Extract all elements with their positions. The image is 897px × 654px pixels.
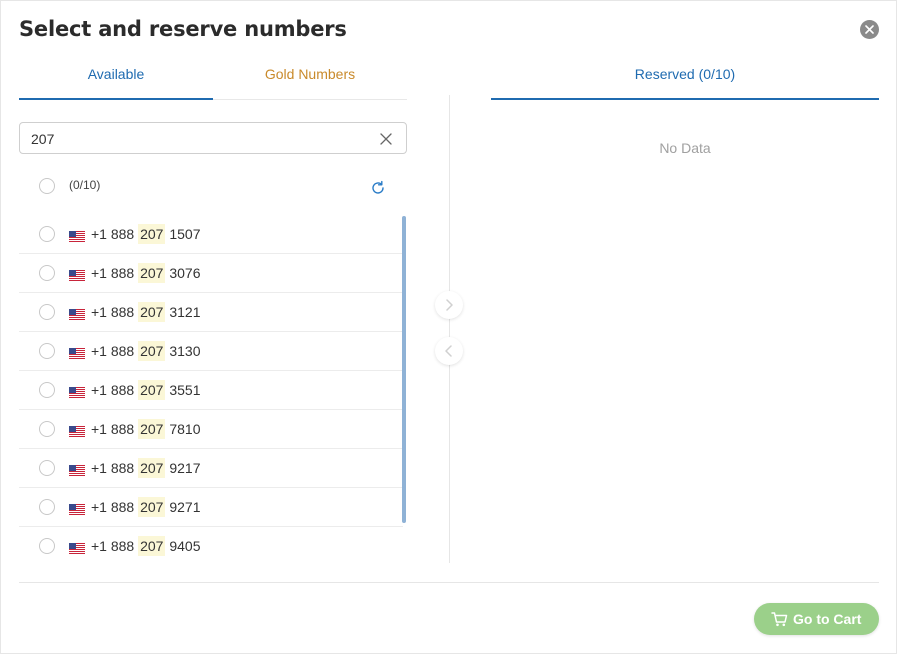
number-checkbox[interactable] <box>39 538 55 554</box>
close-button[interactable] <box>860 20 879 39</box>
number-suffix: 9271 <box>165 499 201 515</box>
number-match-highlight: 207 <box>138 224 166 244</box>
number-prefix: +1 888 <box>91 382 139 398</box>
number-checkbox[interactable] <box>39 265 55 281</box>
number-row[interactable]: +1 888 207 3130 <box>19 332 403 371</box>
number-checkbox[interactable] <box>39 421 55 437</box>
number-row[interactable]: +1 888 207 3121 <box>19 293 403 332</box>
number-row[interactable]: +1 888 207 3076 <box>19 254 403 293</box>
phone-number: +1 888 207 3130 <box>91 341 201 361</box>
tab-reserved[interactable]: Reserved (0/10) <box>491 59 879 100</box>
number-suffix: 3130 <box>165 343 201 359</box>
number-prefix: +1 888 <box>91 421 139 437</box>
number-match-highlight: 207 <box>138 419 166 439</box>
number-checkbox[interactable] <box>39 382 55 398</box>
empty-state-text: No Data <box>659 140 711 156</box>
cart-icon <box>771 612 788 627</box>
number-match-highlight: 207 <box>138 263 166 283</box>
number-suffix: 9405 <box>165 538 201 554</box>
select-all-checkbox[interactable] <box>39 178 55 194</box>
number-checkbox[interactable] <box>39 343 55 359</box>
number-checkbox[interactable] <box>39 460 55 476</box>
number-suffix: 1507 <box>165 226 201 242</box>
number-row[interactable]: +1 888 207 9271 <box>19 488 403 527</box>
tab-available[interactable]: Available <box>19 59 213 100</box>
us-flag-icon <box>69 385 85 398</box>
number-row[interactable]: +1 888 207 3551 <box>19 371 403 410</box>
number-row[interactable]: +1 888 207 1507 <box>19 215 403 254</box>
number-prefix: +1 888 <box>91 343 139 359</box>
us-flag-icon <box>69 268 85 281</box>
phone-number: +1 888 207 9217 <box>91 458 201 478</box>
phone-number: +1 888 207 3076 <box>91 263 201 283</box>
go-to-cart-label: Go to Cart <box>793 611 862 627</box>
footer-divider <box>19 582 879 583</box>
number-suffix: 9217 <box>165 460 201 476</box>
us-flag-icon <box>69 463 85 476</box>
phone-number: +1 888 207 3121 <box>91 302 201 322</box>
move-left-button[interactable] <box>435 337 463 365</box>
panel-divider <box>449 95 450 563</box>
number-match-highlight: 207 <box>138 302 166 322</box>
selection-count: (0/10) <box>69 178 101 192</box>
close-icon <box>865 25 874 34</box>
us-flag-icon <box>69 541 85 554</box>
phone-number: +1 888 207 3551 <box>91 380 201 400</box>
number-checkbox[interactable] <box>39 304 55 320</box>
number-prefix: +1 888 <box>91 226 139 242</box>
number-match-highlight: 207 <box>138 497 166 517</box>
go-to-cart-button[interactable]: Go to Cart <box>754 603 879 635</box>
number-checkbox[interactable] <box>39 499 55 515</box>
clear-icon[interactable] <box>379 132 393 146</box>
phone-number: +1 888 207 9271 <box>91 497 201 517</box>
number-prefix: +1 888 <box>91 304 139 320</box>
number-prefix: +1 888 <box>91 499 139 515</box>
move-right-button[interactable] <box>435 291 463 319</box>
list-scrollbar[interactable] <box>402 216 406 523</box>
search-input[interactable] <box>31 129 361 149</box>
us-flag-icon <box>69 229 85 242</box>
us-flag-icon <box>69 307 85 320</box>
number-suffix: 3121 <box>165 304 201 320</box>
search-field <box>19 122 407 154</box>
us-flag-icon <box>69 346 85 359</box>
number-checkbox[interactable] <box>39 226 55 242</box>
number-match-highlight: 207 <box>138 380 166 400</box>
chevron-right-icon <box>446 299 453 311</box>
number-suffix: 7810 <box>165 421 201 437</box>
tab-gold-numbers[interactable]: Gold Numbers <box>213 59 407 100</box>
dialog-title: Select and reserve numbers <box>19 17 347 41</box>
number-row[interactable]: +1 888 207 9217 <box>19 449 403 488</box>
number-match-highlight: 207 <box>138 536 166 556</box>
number-suffix: 3076 <box>165 265 201 281</box>
phone-number: +1 888 207 7810 <box>91 419 201 439</box>
select-all-row: (0/10) <box>19 171 407 201</box>
number-prefix: +1 888 <box>91 538 139 554</box>
number-row[interactable]: +1 888 207 9405 <box>19 527 403 565</box>
phone-number: +1 888 207 1507 <box>91 224 201 244</box>
reserve-numbers-dialog: Select and reserve numbers Available Gol… <box>0 0 897 654</box>
number-match-highlight: 207 <box>138 341 166 361</box>
number-prefix: +1 888 <box>91 265 139 281</box>
chevron-left-icon <box>445 345 452 357</box>
left-tabs: Available Gold Numbers <box>19 59 407 100</box>
available-numbers-list: +1 888 207 1507 +1 888 207 3076 +1 888 207… <box>19 215 407 565</box>
us-flag-icon <box>69 424 85 437</box>
number-suffix: 3551 <box>165 382 201 398</box>
number-match-highlight: 207 <box>138 458 166 478</box>
number-prefix: +1 888 <box>91 460 139 476</box>
phone-number: +1 888 207 9405 <box>91 536 201 556</box>
refresh-icon[interactable] <box>370 180 386 196</box>
number-row[interactable]: +1 888 207 7810 <box>19 410 403 449</box>
us-flag-icon <box>69 502 85 515</box>
